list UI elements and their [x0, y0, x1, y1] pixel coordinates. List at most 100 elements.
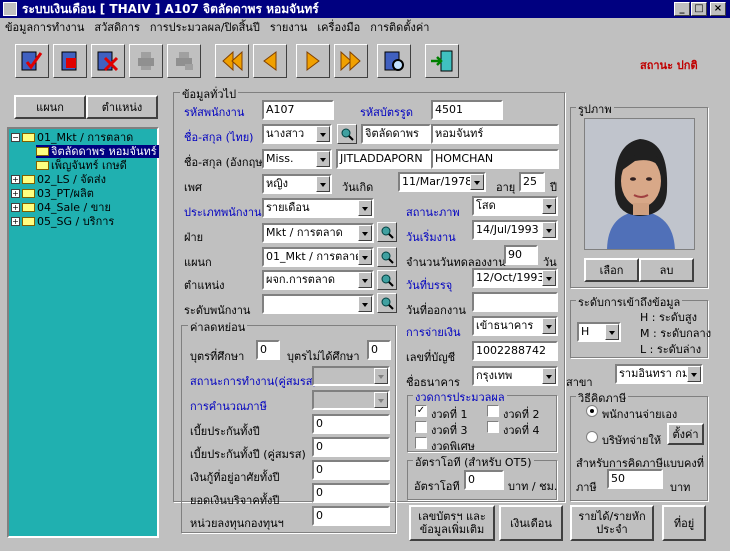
level-select[interactable] [262, 294, 374, 314]
toolbar-delete-button[interactable] [91, 44, 125, 78]
donation-input[interactable]: 0 [312, 483, 390, 503]
last-name-en-input[interactable]: HOMCHAN [431, 149, 559, 169]
tax-employee-radio[interactable] [586, 405, 598, 417]
period3-checkbox[interactable] [415, 421, 427, 433]
ot-rate-legend: อัตราโอที (สำหรับ OT5) [413, 453, 534, 471]
tree-node-sg[interactable]: +05_SG / บริการ [11, 215, 114, 228]
search-icon [381, 251, 394, 264]
tax-calc-select[interactable] [312, 390, 390, 410]
housing-loan-input[interactable]: 0 [312, 460, 390, 480]
birth-date-picker[interactable]: 11/Mar/1978 [398, 172, 486, 192]
spouse-work-select[interactable] [312, 366, 390, 386]
tax-setup-button[interactable]: ตั้งค่า [667, 423, 704, 445]
tree-node-pt[interactable]: +03_PT/ผลิต [11, 187, 94, 200]
toolbar-add-button[interactable] [53, 44, 87, 78]
period4-checkbox[interactable] [487, 421, 499, 433]
confirm-date-picker[interactable]: 12/Oct/1993 [472, 268, 558, 288]
div-search-button[interactable] [377, 222, 397, 242]
probation-input[interactable]: 90 [504, 245, 538, 265]
toolbar-next-button[interactable] [296, 44, 330, 78]
app-icon[interactable] [3, 2, 17, 16]
menu-work-data[interactable]: ข้อมูลการทำงาน [0, 18, 89, 38]
close-button[interactable]: × [710, 2, 726, 16]
toolbar-preview-button[interactable] [167, 44, 201, 78]
ot-rate-input[interactable]: 0 [464, 470, 504, 490]
menu-processing[interactable]: การประมวลผล/ปิดสิ้นปี [145, 18, 265, 38]
sex-label: เพศ [184, 181, 202, 194]
account-input[interactable]: 1002288742 [472, 341, 558, 361]
search-icon [341, 128, 354, 141]
tree-node-employee-selected[interactable]: จิตลัดดาพร หอมจันทร์ [36, 145, 159, 158]
title-th-select[interactable]: นางสาว [262, 124, 332, 144]
emptype-select[interactable]: รายเดือน [262, 198, 374, 218]
leave-date-input[interactable] [472, 292, 558, 312]
minimize-button[interactable]: _ [674, 2, 690, 16]
sex-select[interactable]: หญิง [262, 174, 332, 194]
div-select[interactable]: Mkt / การตลาด [262, 223, 374, 243]
salary-button[interactable]: เงินเดือน [499, 505, 563, 541]
title-th-search-button[interactable] [337, 124, 357, 144]
special-period-checkbox[interactable] [415, 437, 427, 449]
tree-node-employee[interactable]: เพ็ญจันทร์ เกษดี [36, 159, 127, 172]
tree-node-mkt[interactable]: −01_Mkt / การตลาด [11, 131, 133, 144]
dept-select[interactable]: 01_Mkt / การตลาด [262, 247, 374, 267]
period2-checkbox[interactable] [487, 405, 499, 417]
last-name-th-input[interactable]: หอมจันทร์ [431, 124, 559, 144]
emp-code-input[interactable]: A107 [262, 100, 334, 120]
tree-node-ls[interactable]: +02_LS / จัดส่ง [11, 173, 106, 186]
age-input[interactable]: 25 [519, 172, 545, 192]
income-deduction-button[interactable]: รายได้/รายหัก ประจำ [570, 505, 654, 541]
name-en-label: ชื่อ-สกุล (อังกฤษ) [184, 156, 267, 169]
folder-icon [22, 175, 35, 184]
pay-method-select[interactable]: เข้าธนาคาร [472, 316, 558, 336]
start-date-picker[interactable]: 14/Jul/1993 [472, 220, 558, 240]
start-label: วันเริ่มงาน [406, 231, 456, 244]
toolbar-exit-button[interactable] [425, 44, 459, 78]
tree-node-sale[interactable]: +04_Sale / ขาย [11, 201, 111, 214]
pos-search-button[interactable] [377, 270, 397, 290]
toolbar-edit-button[interactable] [15, 44, 49, 78]
title-en-select[interactable]: Miss. [262, 149, 332, 169]
tax-rate-input[interactable]: 50 [607, 469, 663, 489]
toolbar-last-button[interactable] [334, 44, 368, 78]
dept-button[interactable]: แผนก [14, 95, 86, 119]
marital-select[interactable]: โสด [472, 196, 558, 216]
age-label: อายุ [496, 181, 516, 194]
search-icon [381, 274, 394, 287]
insurance-input[interactable]: 0 [312, 414, 390, 434]
address-button[interactable]: ที่อยู่ [662, 505, 706, 541]
tax-company-radio[interactable] [586, 431, 598, 443]
fund-input[interactable]: 0 [312, 506, 390, 526]
pos-select[interactable]: ผจก.การตลาด [262, 270, 374, 290]
access-level-select[interactable]: H [577, 322, 621, 342]
insurance-spouse-input[interactable]: 0 [312, 437, 390, 457]
first-name-th-input[interactable]: จิตลัดดาพร [361, 124, 431, 144]
dept-label: แผนก [184, 256, 212, 269]
menu-settings[interactable]: การติดตั้งค่า [365, 18, 434, 38]
level-search-button[interactable] [377, 293, 397, 313]
bank-select[interactable]: กรุงเทพ [472, 366, 558, 386]
toolbar-search-button[interactable] [377, 44, 411, 78]
maximize-button[interactable]: □ [691, 2, 707, 16]
toolbar-prev-button[interactable] [253, 44, 287, 78]
menu-tools[interactable]: เครื่องมือ [312, 18, 365, 38]
position-button[interactable]: ตำแหน่ง [86, 95, 158, 119]
tax-company-label: บริษัทจ่ายให้ [602, 434, 662, 447]
birth-label: วันเกิด [342, 181, 374, 194]
toolbar-print-button[interactable] [129, 44, 163, 78]
idcard-extra-button[interactable]: เลขบัตรฯ และ ข้อมูลเพิ่มเติม [409, 505, 495, 541]
period1-checkbox[interactable]: ✓ [415, 405, 427, 417]
photo-select-button[interactable]: เลือก [584, 258, 639, 282]
photo-delete-button[interactable]: ลบ [639, 258, 694, 282]
toolbar-first-button[interactable] [215, 44, 249, 78]
org-tree[interactable]: −01_Mkt / การตลาด จิตลัดดาพร หอมจันทร์ เ… [7, 127, 159, 538]
menu-welfare[interactable]: สวัสดิการ [89, 18, 145, 38]
card-input[interactable]: 4501 [431, 100, 503, 120]
dept-search-button[interactable] [377, 247, 397, 267]
folder-icon [36, 147, 49, 156]
child-study-input[interactable]: 0 [256, 340, 280, 360]
menu-reports[interactable]: รายงาน [265, 18, 313, 38]
first-name-en-input[interactable]: JITLADDAPORN [336, 149, 431, 169]
child-nostudy-input[interactable]: 0 [367, 340, 391, 360]
branch-select[interactable]: รามอินทรา กม [615, 364, 703, 384]
